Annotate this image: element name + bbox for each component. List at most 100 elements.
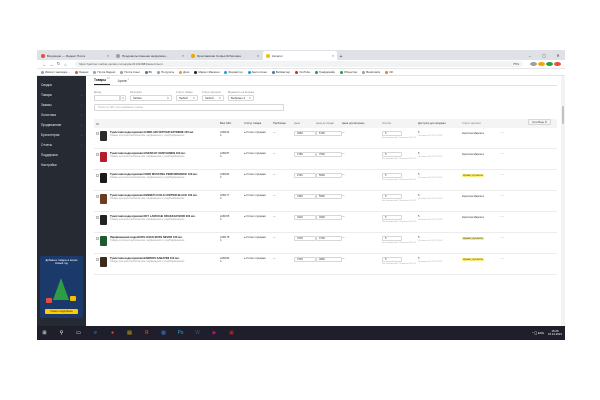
header-price[interactable]: Цена: [294, 122, 316, 125]
price-input[interactable]: 3730: [294, 257, 316, 262]
maximize-icon[interactable]: ▢: [537, 53, 551, 58]
header-available[interactable]: Доступно для продажи: [418, 122, 462, 125]
table-row[interactable]: Туалетная вода мужская GIVENCHY GENTLEME…: [94, 149, 557, 170]
tab-goods[interactable]: Товары 44: [94, 77, 110, 85]
table-row[interactable]: Туалетная вода мужская FORD MUSTANG PERF…: [94, 170, 557, 191]
old-price-input[interactable]: 4700: [316, 236, 342, 241]
tab-close-icon[interactable]: ×: [257, 54, 259, 58]
row-checkbox[interactable]: [96, 237, 99, 240]
bookmark-item[interactable]: Общество: [339, 70, 357, 74]
card-status-badge[interactable]: Нужно улучшить: [462, 237, 485, 240]
browser-tab[interactable]: Ярославская Софья Ягбатовна ×: [188, 51, 262, 60]
product-thumbnail[interactable]: [100, 152, 107, 162]
price-input[interactable]: 4780: [294, 152, 316, 157]
clock[interactable]: 15:26 15.12.2021: [548, 329, 562, 337]
sidebar-item[interactable]: Заказы ›: [37, 100, 86, 110]
yandex-icon[interactable]: Я: [142, 329, 151, 338]
card-status-badge[interactable]: Карточка Маркета: [462, 132, 484, 135]
browser-tab[interactable]: Продовольственная информац… ×: [113, 51, 187, 60]
card-status-badge[interactable]: Карточка Маркета: [462, 195, 484, 198]
pdf-icon[interactable]: ▣: [227, 329, 236, 338]
bookmark-item[interactable]: OK: [385, 70, 393, 74]
old-price-input[interactable]: 6700: [316, 131, 342, 136]
browser-tab[interactable]: Каталог ×: [263, 51, 337, 60]
stock-input[interactable]: 5: [382, 236, 402, 241]
visibility-select[interactable]: Выбрано 2 ⇕: [228, 95, 254, 101]
card-status-select[interactable]: Любой ⇕: [202, 95, 224, 101]
header-showcase-price[interactable]: Цена для витрины: [342, 122, 382, 125]
sidebar-item[interactable]: Бухгалтерия ›: [37, 130, 86, 140]
table-row[interactable]: Парфюмерная вода BOSS HUGO BOSS NEVER 10…: [94, 233, 557, 254]
more-actions-icon[interactable]: ···: [498, 152, 506, 156]
brand-select[interactable]: [94, 95, 120, 101]
task-view-icon[interactable]: ▭: [74, 329, 83, 338]
old-price-input[interactable]: 5900: [316, 194, 342, 199]
row-checkbox[interactable]: [96, 174, 99, 177]
media-icon[interactable]: ▶: [210, 329, 219, 338]
bookmark-item[interactable]: Яндекс: [75, 70, 88, 74]
sidebar-item[interactable]: Товары ›: [37, 90, 86, 100]
old-price-input[interactable]: 4800: [316, 257, 342, 262]
more-actions-icon[interactable]: ···: [498, 131, 506, 135]
product-thumbnail[interactable]: [100, 236, 107, 246]
minimize-icon[interactable]: –: [523, 53, 537, 58]
table-row[interactable]: Туалетная вода мужская DKY LAROCHE DRAKK…: [94, 212, 557, 233]
browser-tab[interactable]: Входящие — Яндекс.Почта ×: [38, 51, 112, 60]
bookmark-item[interactable]: Почта Сони: [120, 70, 140, 74]
clear-brand-button[interactable]: ×: [120, 95, 126, 101]
bookmark-item[interactable]: Форматтер: [224, 70, 243, 74]
tab-close-icon[interactable]: ×: [332, 54, 334, 58]
bookmark-item[interactable]: Погрузить: [157, 70, 174, 74]
row-checkbox[interactable]: [96, 132, 99, 135]
price-input[interactable]: 4050: [294, 131, 316, 136]
stock-input[interactable]: 5: [382, 215, 402, 220]
product-thumbnail[interactable]: [100, 215, 107, 225]
extension-icon[interactable]: [538, 62, 545, 66]
table-row[interactable]: Туалетная вода мужская GUERLAIN VETIVER …: [94, 128, 557, 149]
table-row[interactable]: Туалетная вода мужская BARROIS SABATINI …: [94, 254, 557, 275]
row-checkbox[interactable]: [96, 153, 99, 156]
close-icon[interactable]: ✕: [551, 53, 565, 58]
bookmark-item[interactable]: Импорт закладок…: [41, 70, 70, 74]
card-status-badge[interactable]: Нужно улучшить: [462, 174, 485, 177]
header-card-status[interactable]: Статус карточки: [462, 122, 498, 125]
word-icon[interactable]: W: [193, 329, 202, 338]
photoshop-icon[interactable]: Ps: [176, 329, 185, 338]
product-thumbnail[interactable]: [100, 173, 107, 183]
explorer-icon[interactable]: ▤: [125, 329, 134, 338]
tab-archive[interactable]: Архив 1: [118, 78, 129, 85]
scrollbar-thumb[interactable]: [562, 106, 564, 124]
stock-input[interactable]: 5: [382, 131, 402, 136]
profile-icon[interactable]: [554, 62, 561, 66]
row-checkbox[interactable]: [96, 195, 99, 198]
back-icon[interactable]: ←: [41, 62, 48, 67]
windows-icon[interactable]: ⊞: [40, 329, 49, 338]
bookmark-item[interactable]: Почта Яндекс: [93, 70, 115, 74]
more-actions-icon[interactable]: ···: [498, 257, 506, 261]
row-checkbox[interactable]: [96, 216, 99, 219]
sidebar-item[interactable]: Настройки: [37, 160, 86, 170]
columns-button[interactable]: Столбцы ⇕: [528, 119, 551, 125]
search-icon[interactable]: ⚲: [57, 329, 66, 338]
product-thumbnail[interactable]: [100, 194, 107, 204]
tab-close-icon[interactable]: ×: [107, 54, 109, 58]
promo-banner[interactable]: Добавьте товары в акцию Новый год Узнать…: [40, 256, 83, 318]
card-status-badge[interactable]: Нужно улучшить: [462, 258, 485, 261]
bookmark-item[interactable]: Bookmarks: [362, 70, 380, 74]
price-input[interactable]: 3220: [294, 215, 316, 220]
bookmark-item[interactable]: Маркет Магазин: [194, 70, 219, 74]
store-icon[interactable]: ▦: [159, 329, 168, 338]
price-input[interactable]: 4460: [294, 194, 316, 199]
promo-button[interactable]: Узнать подробнее: [45, 309, 78, 314]
old-price-input[interactable]: 4900: [316, 215, 342, 220]
extension-icon[interactable]: [546, 62, 553, 66]
extension-icon[interactable]: [530, 62, 537, 66]
table-row[interactable]: Туалетная вода мужская KENNETH COLE COPP…: [94, 191, 557, 212]
header-old-price[interactable]: Цена до скидки: [316, 122, 342, 125]
price-input[interactable]: 2740: [294, 173, 316, 178]
tray-icons[interactable]: ^ 口 ENG: [532, 331, 544, 335]
stock-input[interactable]: 5: [382, 194, 402, 199]
bookmark-item[interactable]: Вебмастер: [271, 70, 290, 74]
chrome-icon[interactable]: ●: [108, 329, 117, 338]
product-thumbnail[interactable]: [100, 257, 107, 267]
